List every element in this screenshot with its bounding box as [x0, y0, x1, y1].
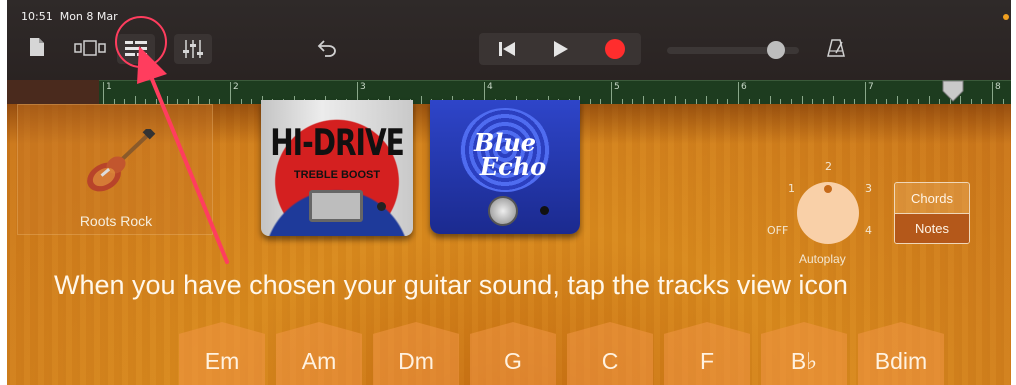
status-date: Mon 8 Mar — [59, 10, 118, 23]
autoplay-3-label: 3 — [865, 182, 872, 195]
bar-number: 4 — [487, 82, 493, 92]
ruler-tick — [801, 96, 803, 104]
view-toggle-icon[interactable] — [73, 35, 107, 61]
document-icon[interactable] — [27, 35, 47, 59]
ruler-tick — [611, 82, 612, 104]
pedal-name-line2: Echo — [479, 152, 547, 181]
ruler-tick — [706, 96, 708, 104]
chord-strip[interactable]: C — [567, 322, 653, 385]
instruction-caption: When you have chosen your guitar sound, … — [54, 270, 848, 300]
ruler-tick — [674, 96, 676, 104]
volume-slider[interactable] — [667, 41, 799, 59]
ruler-tick — [865, 82, 866, 104]
autoplay-knob[interactable] — [797, 182, 859, 244]
metronome-icon[interactable] — [823, 36, 849, 60]
chords-option[interactable]: Chords — [895, 183, 969, 213]
track-header-strip — [7, 80, 99, 104]
chord-strip[interactable]: Dm — [373, 322, 459, 385]
pedal-subtitle: TREBLE BOOST — [293, 169, 381, 181]
ruler-tick — [420, 96, 422, 104]
ruler-tick — [833, 96, 835, 104]
led-indicator — [540, 206, 549, 215]
footswitch[interactable] — [309, 190, 363, 222]
pedal-name: HI-DRIVE — [270, 121, 405, 164]
ruler-tick — [928, 96, 930, 104]
chord-strip[interactable]: Em — [179, 322, 265, 385]
bar-number: 5 — [614, 82, 620, 92]
ruler-tick — [738, 82, 739, 104]
play-icon[interactable] — [540, 35, 580, 63]
knob-indicator — [824, 185, 832, 193]
chord-strip[interactable]: B♭ — [761, 322, 847, 385]
playhead-marker[interactable] — [941, 80, 965, 102]
bar-number: 1 — [106, 82, 112, 92]
volume-knob[interactable] — [767, 41, 785, 59]
garageband-screen: 10:51 Mon 8 Mar 1 2 3 4 5 6 7 8 Roots Ro… — [7, 0, 1011, 385]
undo-icon[interactable] — [313, 36, 341, 60]
ruler-tick — [769, 96, 771, 104]
notes-option[interactable]: Notes — [895, 213, 969, 243]
autoplay-1-label: 1 — [788, 182, 795, 195]
autoplay-4-label: 4 — [865, 224, 872, 237]
status-clock: 10:51 Mon 8 Mar — [21, 10, 118, 23]
blue-echo-pedal[interactable]: Blue Echo — [430, 100, 580, 234]
footswitch[interactable] — [488, 196, 518, 226]
led-indicator — [377, 202, 386, 211]
autoplay-label: Autoplay — [799, 252, 846, 266]
ruler-tick — [992, 82, 993, 104]
chords-notes-toggle[interactable]: Chords Notes — [894, 182, 970, 244]
bar-number: 8 — [995, 82, 1001, 92]
status-time: 10:51 — [21, 10, 53, 23]
bar-number: 6 — [741, 82, 747, 92]
chord-strip[interactable]: Am — [276, 322, 362, 385]
bar-number: 3 — [360, 82, 366, 92]
record-icon[interactable] — [595, 35, 635, 63]
autoplay-2-label: 2 — [825, 160, 832, 173]
autoplay-off-label: OFF — [767, 224, 789, 237]
ruler-tick — [642, 96, 644, 104]
chord-strip[interactable]: Bdim — [858, 322, 944, 385]
hi-drive-pedal[interactable]: HI-DRIVE TREBLE BOOST — [261, 100, 413, 236]
chord-strip[interactable]: F — [664, 322, 750, 385]
annotation-arrow — [137, 46, 229, 264]
ruler-tick — [896, 96, 898, 104]
bar-number: 7 — [868, 82, 874, 92]
chord-strip[interactable]: G — [470, 322, 556, 385]
ruler-tick — [103, 82, 104, 104]
recording-indicator-dot — [1003, 14, 1009, 20]
rewind-icon[interactable] — [487, 35, 527, 63]
